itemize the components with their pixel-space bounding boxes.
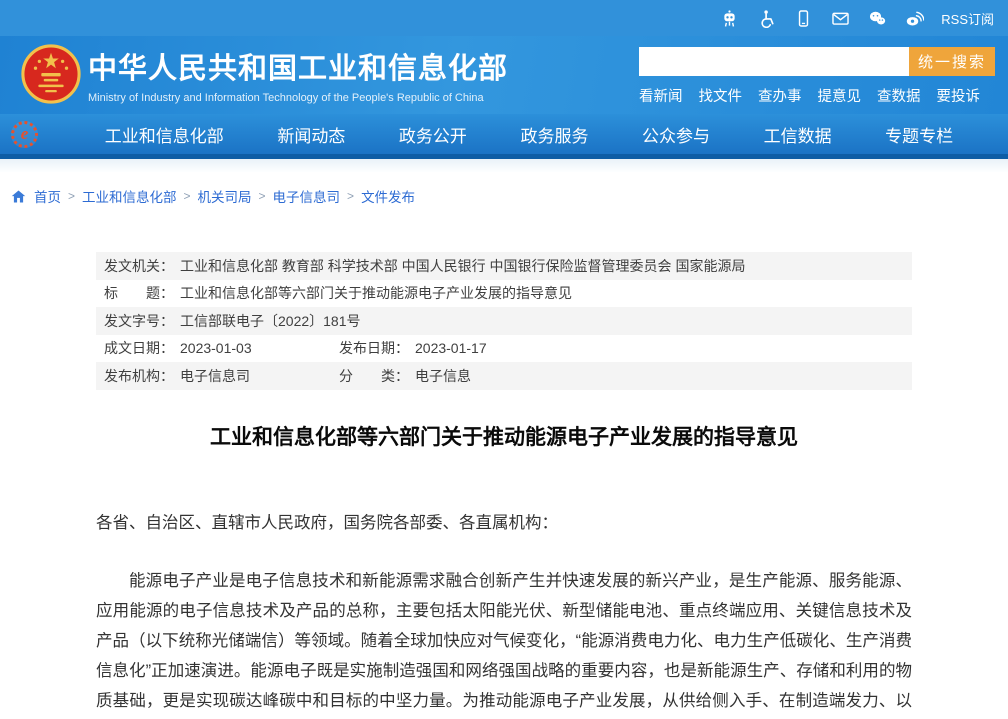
quick-link-files[interactable]: 找文件 bbox=[699, 85, 743, 106]
site-title-block[interactable]: 中华人民共和国工业和信息化部 Ministry of Industry and … bbox=[88, 45, 508, 104]
breadcrumb-miit[interactable]: 工业和信息化部 bbox=[82, 186, 177, 206]
site-header: 中华人民共和国工业和信息化部 Ministry of Industry and … bbox=[0, 36, 1008, 114]
meta-label: 发布机构： bbox=[104, 366, 174, 386]
page: RSS订阅 中华人民共和国工业和信息化部 Ministry of Industr… bbox=[0, 0, 1008, 719]
meta-value: 工业和信息化部等六部门关于推动能源电子产业发展的指导意见 bbox=[180, 283, 572, 303]
meta-label: 标 题： bbox=[104, 283, 174, 303]
meta-label: 分 类： bbox=[339, 366, 409, 386]
breadcrumb: 首页 > 工业和信息化部 > 机关司局 > 电子信息司 > 文件发布 bbox=[10, 186, 1008, 206]
site-title: 中华人民共和国工业和信息化部 bbox=[88, 45, 508, 87]
breadcrumb-electronic-info-dept[interactable]: 电子信息司 bbox=[273, 186, 341, 206]
meta-value: 工业和信息化部 教育部 科学技术部 中国人民银行 中国银行保险监督管理委员会 国… bbox=[180, 256, 745, 276]
breadcrumb-separator: > bbox=[184, 189, 191, 203]
breadcrumb-home[interactable]: 首页 bbox=[34, 186, 61, 206]
meta-label: 成文日期： bbox=[104, 338, 174, 358]
mail-icon[interactable] bbox=[830, 8, 850, 28]
search-area: 统一搜索 看新闻 找文件 查办事 提意见 查数据 要投诉 bbox=[639, 47, 995, 106]
breadcrumb-separator: > bbox=[68, 189, 75, 203]
weibo-icon[interactable] bbox=[904, 8, 924, 28]
quick-link-data[interactable]: 查数据 bbox=[877, 85, 921, 106]
home-icon[interactable] bbox=[10, 188, 27, 205]
breadcrumb-departments[interactable]: 机关司局 bbox=[198, 186, 252, 206]
meta-label: 发布日期： bbox=[339, 338, 409, 358]
quick-link-suggestions[interactable]: 提意见 bbox=[818, 85, 862, 106]
main-nav: e 工业和信息化部 新闻动态 政务公开 政务服务 公众参与 工信数据 专题专栏 bbox=[0, 114, 1008, 159]
mobile-icon[interactable] bbox=[793, 8, 813, 28]
meta-value: 电子信息 bbox=[415, 366, 471, 386]
document-body-paragraph: 能源电子产业是电子信息技术和新能源需求融合创新产生并快速发展的新兴产业，是生产能… bbox=[96, 566, 912, 719]
national-emblem-logo[interactable] bbox=[20, 43, 82, 105]
quick-link-services[interactable]: 查办事 bbox=[758, 85, 802, 106]
meta-row-title: 标 题： 工业和信息化部等六部门关于推动能源电子产业发展的指导意见 bbox=[96, 280, 912, 308]
meta-row-document-number: 发文字号： 工信部联电子〔2022〕181号 bbox=[96, 307, 912, 335]
search-input[interactable] bbox=[639, 47, 909, 76]
header-shadow-band bbox=[0, 159, 1008, 172]
meta-label: 发文机关： bbox=[104, 256, 174, 276]
nav-item-miit-data[interactable]: 工信数据 bbox=[764, 122, 832, 147]
breadcrumb-separator: > bbox=[259, 189, 266, 203]
nav-item-gov-disclosure[interactable]: 政务公开 bbox=[399, 122, 467, 147]
breadcrumb-document-release[interactable]: 文件发布 bbox=[361, 186, 415, 206]
nav-item-special-topics[interactable]: 专题专栏 bbox=[885, 122, 953, 147]
quick-links: 看新闻 找文件 查办事 提意见 查数据 要投诉 bbox=[639, 85, 995, 106]
document-meta-table: 发文机关： 工业和信息化部 教育部 科学技术部 中国人民银行 中国银行保险监督管… bbox=[96, 252, 912, 390]
accessibility-icon[interactable] bbox=[756, 8, 776, 28]
nav-item-gov-services[interactable]: 政务服务 bbox=[520, 122, 588, 147]
meta-row-issuing-agency: 发文机关： 工业和信息化部 教育部 科学技术部 中国人民银行 中国银行保险监督管… bbox=[96, 252, 912, 280]
quick-link-news[interactable]: 看新闻 bbox=[639, 85, 683, 106]
nav-item-news[interactable]: 新闻动态 bbox=[277, 122, 345, 147]
rss-subscribe-link[interactable]: RSS订阅 bbox=[941, 9, 994, 28]
meta-label: 发文字号： bbox=[104, 311, 174, 331]
document-title: 工业和信息化部等六部门关于推动能源电子产业发展的指导意见 bbox=[96, 421, 912, 451]
miit-e-logo-icon[interactable]: e bbox=[11, 121, 38, 148]
meta-row-dates: 成文日期： 2023-01-03 发布日期： 2023-01-17 bbox=[96, 335, 912, 363]
document-salutation: 各省、自治区、直辖市人民政府，国务院各部委、各直属机构： bbox=[96, 509, 912, 533]
meta-value: 电子信息司 bbox=[180, 366, 250, 386]
topbar: RSS订阅 bbox=[0, 0, 1008, 36]
nav-item-public-participation[interactable]: 公众参与 bbox=[642, 122, 710, 147]
breadcrumb-separator: > bbox=[347, 189, 354, 203]
meta-value: 2023-01-03 bbox=[180, 340, 252, 356]
quick-link-complaints[interactable]: 要投诉 bbox=[937, 85, 981, 106]
nav-item-miit[interactable]: 工业和信息化部 bbox=[105, 122, 224, 147]
meta-row-publisher-category: 发布机构： 电子信息司 分 类： 电子信息 bbox=[96, 362, 912, 390]
nav-list: 工业和信息化部 新闻动态 政务公开 政务服务 公众参与 工信数据 专题专栏 bbox=[38, 122, 1008, 147]
wechat-icon[interactable] bbox=[867, 8, 887, 28]
meta-value: 工信部联电子〔2022〕181号 bbox=[180, 311, 361, 331]
site-subtitle: Ministry of Industry and Information Tec… bbox=[88, 92, 508, 104]
meta-value: 2023-01-17 bbox=[415, 340, 487, 356]
robot-icon[interactable] bbox=[719, 8, 739, 28]
search-button[interactable]: 统一搜索 bbox=[909, 47, 995, 76]
document-container: 发文机关： 工业和信息化部 教育部 科学技术部 中国人民银行 中国银行保险监督管… bbox=[96, 252, 912, 719]
